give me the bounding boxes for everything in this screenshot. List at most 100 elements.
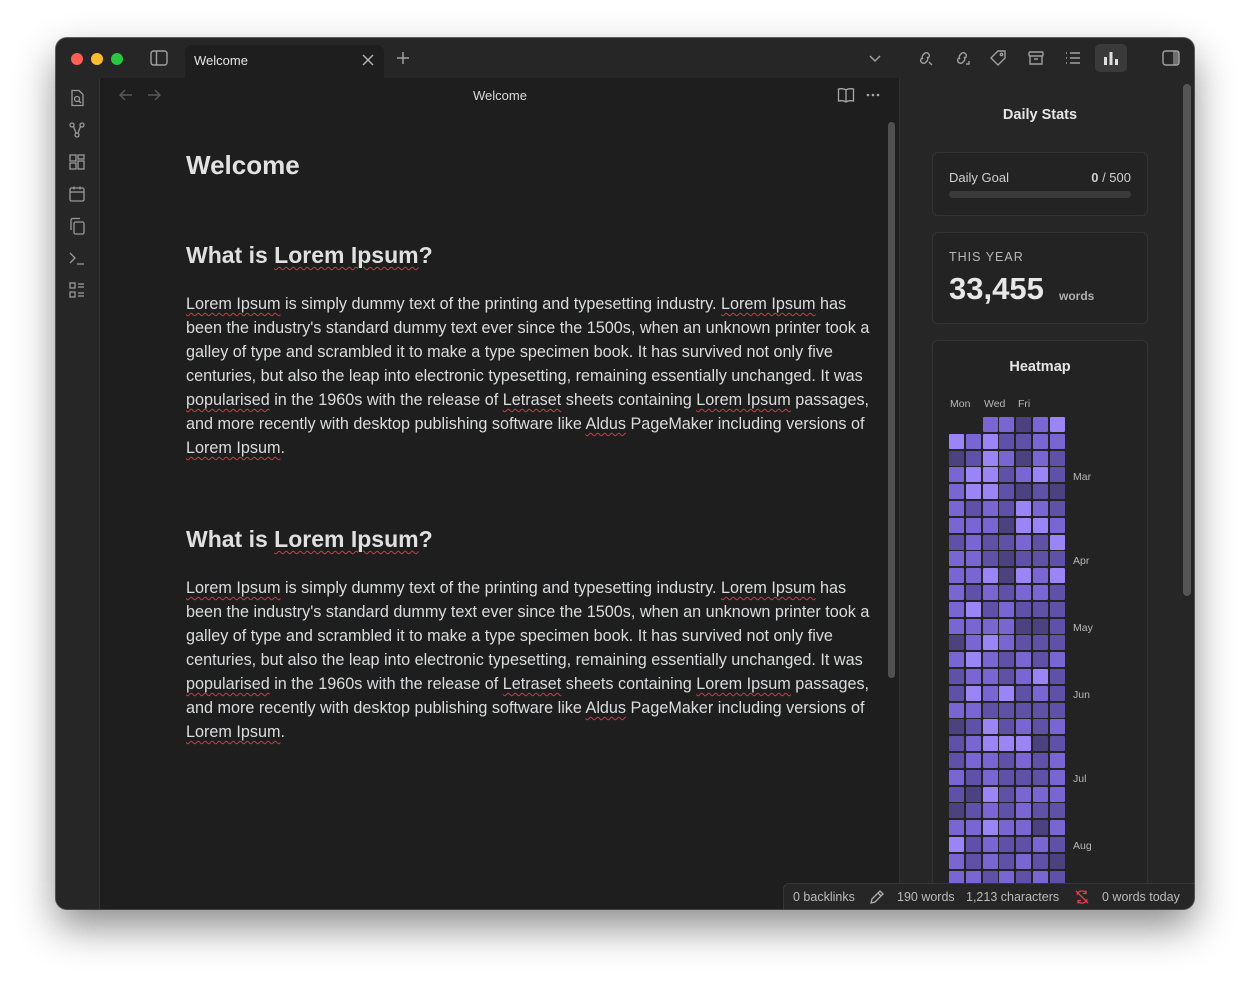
title-bar: Welcome [56, 38, 1194, 78]
heatmap-cell [1049, 433, 1065, 449]
heatmap-cell [1033, 417, 1048, 432]
copy-pages-icon[interactable] [68, 217, 88, 237]
heatmap-cell [949, 601, 964, 617]
heatmap-cell [1049, 484, 1065, 500]
search-file-icon[interactable] [68, 89, 88, 109]
heatmap-cell [1033, 803, 1048, 819]
note-content[interactable]: Welcome What is Lorem Ipsum? Lorem Ipsum… [186, 150, 886, 741]
heatmap-cell [949, 568, 964, 584]
backlinks-count[interactable]: 0 backlinks [793, 890, 855, 904]
heatmap-cell [1016, 551, 1032, 567]
heatmap-cell [982, 669, 998, 684]
heatmap-cell [1033, 837, 1048, 852]
heatmap-cell [965, 534, 981, 550]
heatmap-cell [949, 635, 964, 651]
chevron-down-icon[interactable] [865, 48, 885, 68]
heatmap-cell [999, 484, 1015, 500]
terminal-icon[interactable] [68, 249, 88, 269]
editor-scrollbar[interactable] [888, 122, 895, 678]
heatmap-cell [1049, 786, 1065, 802]
archive-icon[interactable] [1026, 48, 1046, 68]
heatmap-cell [1049, 568, 1065, 584]
heatmap-cell [1033, 685, 1048, 701]
heatmap-cell [1033, 484, 1048, 500]
heatmap-cell [1033, 702, 1048, 718]
heatmap-cell [1033, 501, 1048, 516]
heatmap-cell [999, 585, 1015, 600]
heatmap-cell [1016, 501, 1032, 516]
heatmap-cell [1016, 820, 1032, 836]
heatmap-cell [949, 669, 964, 684]
heatmap-cell [965, 517, 981, 533]
app-window: Welcome Welcome Welcome What is Lorem Ip… [56, 38, 1194, 909]
heatmap-cell [982, 601, 998, 617]
heatmap-cell [949, 652, 964, 668]
heatmap-cell [1033, 601, 1048, 617]
heatmap-cell [965, 685, 981, 701]
new-tab-plus-icon[interactable] [393, 48, 413, 68]
sidebar-right-icon[interactable] [1161, 48, 1181, 68]
section-heading: What is Lorem Ipsum? [186, 242, 433, 268]
heatmap-cell [982, 719, 998, 735]
heatmap-cell [1033, 753, 1048, 768]
heatmap-cell [1033, 467, 1048, 483]
note-title[interactable]: Welcome [186, 150, 886, 190]
heatmap-cell [965, 736, 981, 752]
sidebar-scrollbar[interactable] [1183, 84, 1191, 596]
close-icon[interactable] [360, 52, 376, 68]
heatmap-cell [999, 517, 1015, 533]
heatmap-cell [999, 803, 1015, 819]
heatmap-cell [965, 803, 981, 819]
editor-pane: Welcome Welcome What is Lorem Ipsum? Lor… [100, 78, 900, 909]
graph-icon[interactable] [68, 121, 88, 141]
heatmap-cell [999, 635, 1015, 651]
heatmap-cell [965, 467, 981, 483]
heatmap-month-label: Jun [1073, 689, 1090, 701]
heatmap-cell [965, 719, 981, 735]
heatmap-cell [1033, 719, 1048, 735]
heatmap-cell [965, 450, 981, 466]
canvas-grid-icon[interactable] [68, 153, 88, 173]
heatmap-cell [982, 517, 998, 533]
heatmap-cell [949, 853, 964, 869]
more-options-icon[interactable] [865, 87, 883, 105]
heatmap-cell [1033, 669, 1048, 684]
heatmap-month-label: Mar [1073, 471, 1092, 483]
outline-list-icon[interactable] [1063, 48, 1083, 68]
heatmap-cell [1049, 769, 1065, 785]
pencil-edit-icon[interactable] [869, 889, 885, 905]
heatmap-cell [1049, 702, 1065, 718]
tab-welcome[interactable]: Welcome [185, 45, 384, 78]
heatmap-cell [999, 467, 1015, 483]
heatmap-cell [965, 585, 981, 600]
heatmap-cell [1033, 618, 1048, 634]
heatmap-cell [1049, 669, 1065, 684]
minimize-window-button[interactable] [91, 53, 103, 65]
heatmap-cell [1016, 534, 1032, 550]
heatmap-cell [965, 820, 981, 836]
heatmap-cell [982, 702, 998, 718]
heatmap-cell [1049, 736, 1065, 752]
backlinks-icon[interactable] [915, 48, 935, 68]
editor-header: Welcome [100, 78, 900, 114]
calendar-icon[interactable] [68, 185, 88, 205]
templates-icon[interactable] [68, 281, 88, 301]
this-year-value: 33,455 [949, 271, 1044, 306]
reading-view-book-icon[interactable] [837, 87, 855, 105]
close-window-button[interactable] [71, 53, 83, 65]
sidebar-left-icon[interactable] [149, 48, 169, 68]
heatmap-cell [1049, 585, 1065, 600]
heatmap-cell [1016, 517, 1032, 533]
stats-bar-chart-icon[interactable] [1095, 44, 1127, 72]
sync-error-icon[interactable] [1074, 889, 1090, 905]
heatmap-cell [949, 786, 964, 802]
zoom-window-button[interactable] [111, 53, 123, 65]
tag-icon[interactable] [988, 48, 1008, 68]
heatmap-cell [1049, 601, 1065, 617]
heatmap-cell [1049, 450, 1065, 466]
heatmap-cell [1016, 635, 1032, 651]
heatmap-cell [1016, 601, 1032, 617]
outgoing-links-icon[interactable] [952, 48, 972, 68]
character-count: 1,213 characters [966, 890, 1060, 904]
heatmap-cell [949, 501, 964, 516]
